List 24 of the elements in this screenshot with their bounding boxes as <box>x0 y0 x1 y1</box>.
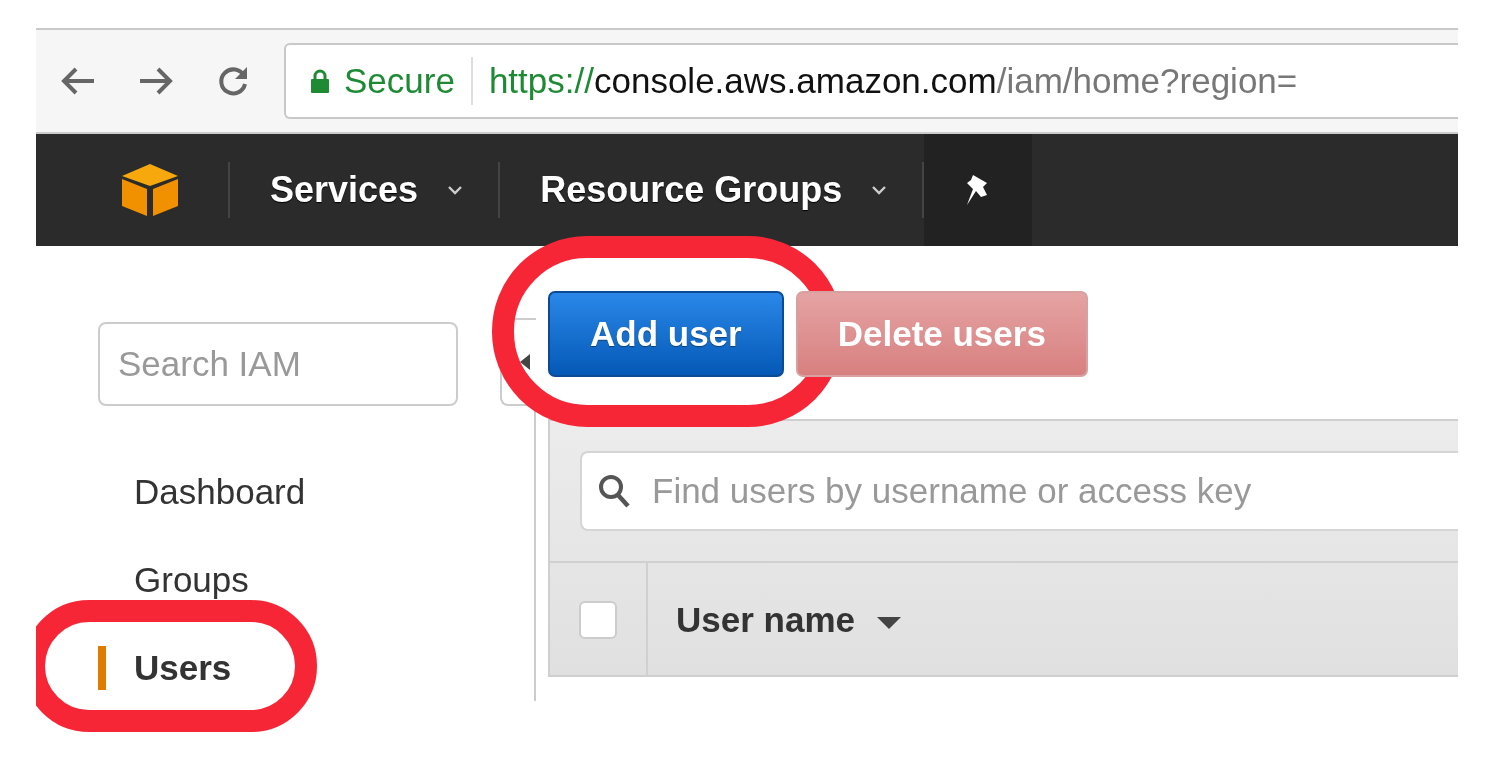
collapse-tab[interactable] <box>500 318 536 406</box>
sidebar-item[interactable]: Dashboard <box>98 470 306 514</box>
pin-button[interactable] <box>924 134 1033 246</box>
add-button[interactable]: Add user <box>548 291 784 377</box>
cube-logo-icon <box>122 164 178 216</box>
lock-icon <box>310 69 330 93</box>
sidebar-item[interactable]: Groups <box>98 558 249 602</box>
back-arrow-icon <box>60 66 96 96</box>
left-arrow-icon <box>520 354 530 370</box>
search-icon <box>598 474 630 508</box>
reload-icon <box>216 64 250 98</box>
sidebar-item[interactable]: Users <box>98 646 232 690</box>
url-text: https://console.aws.amazon.com/iam/home?region= <box>488 61 1298 101</box>
checkbox[interactable] <box>579 601 617 639</box>
caret-down-icon <box>872 185 887 195</box>
search-field[interactable]: Find users by username or access key <box>580 451 1458 531</box>
forward-arrow-icon <box>138 66 174 96</box>
nav-menu[interactable]: Resource Groups <box>500 169 923 211</box>
search-field[interactable]: Search IAM <box>98 322 458 406</box>
column-header[interactable]: User name <box>648 563 901 677</box>
caret-down-icon <box>448 185 463 195</box>
security-label: Secure <box>344 61 455 101</box>
address-bar[interactable]: Secure https://console.aws.amazon.com/iam/home?region= <box>284 43 1458 119</box>
nav-menu[interactable]: Services <box>230 169 499 211</box>
